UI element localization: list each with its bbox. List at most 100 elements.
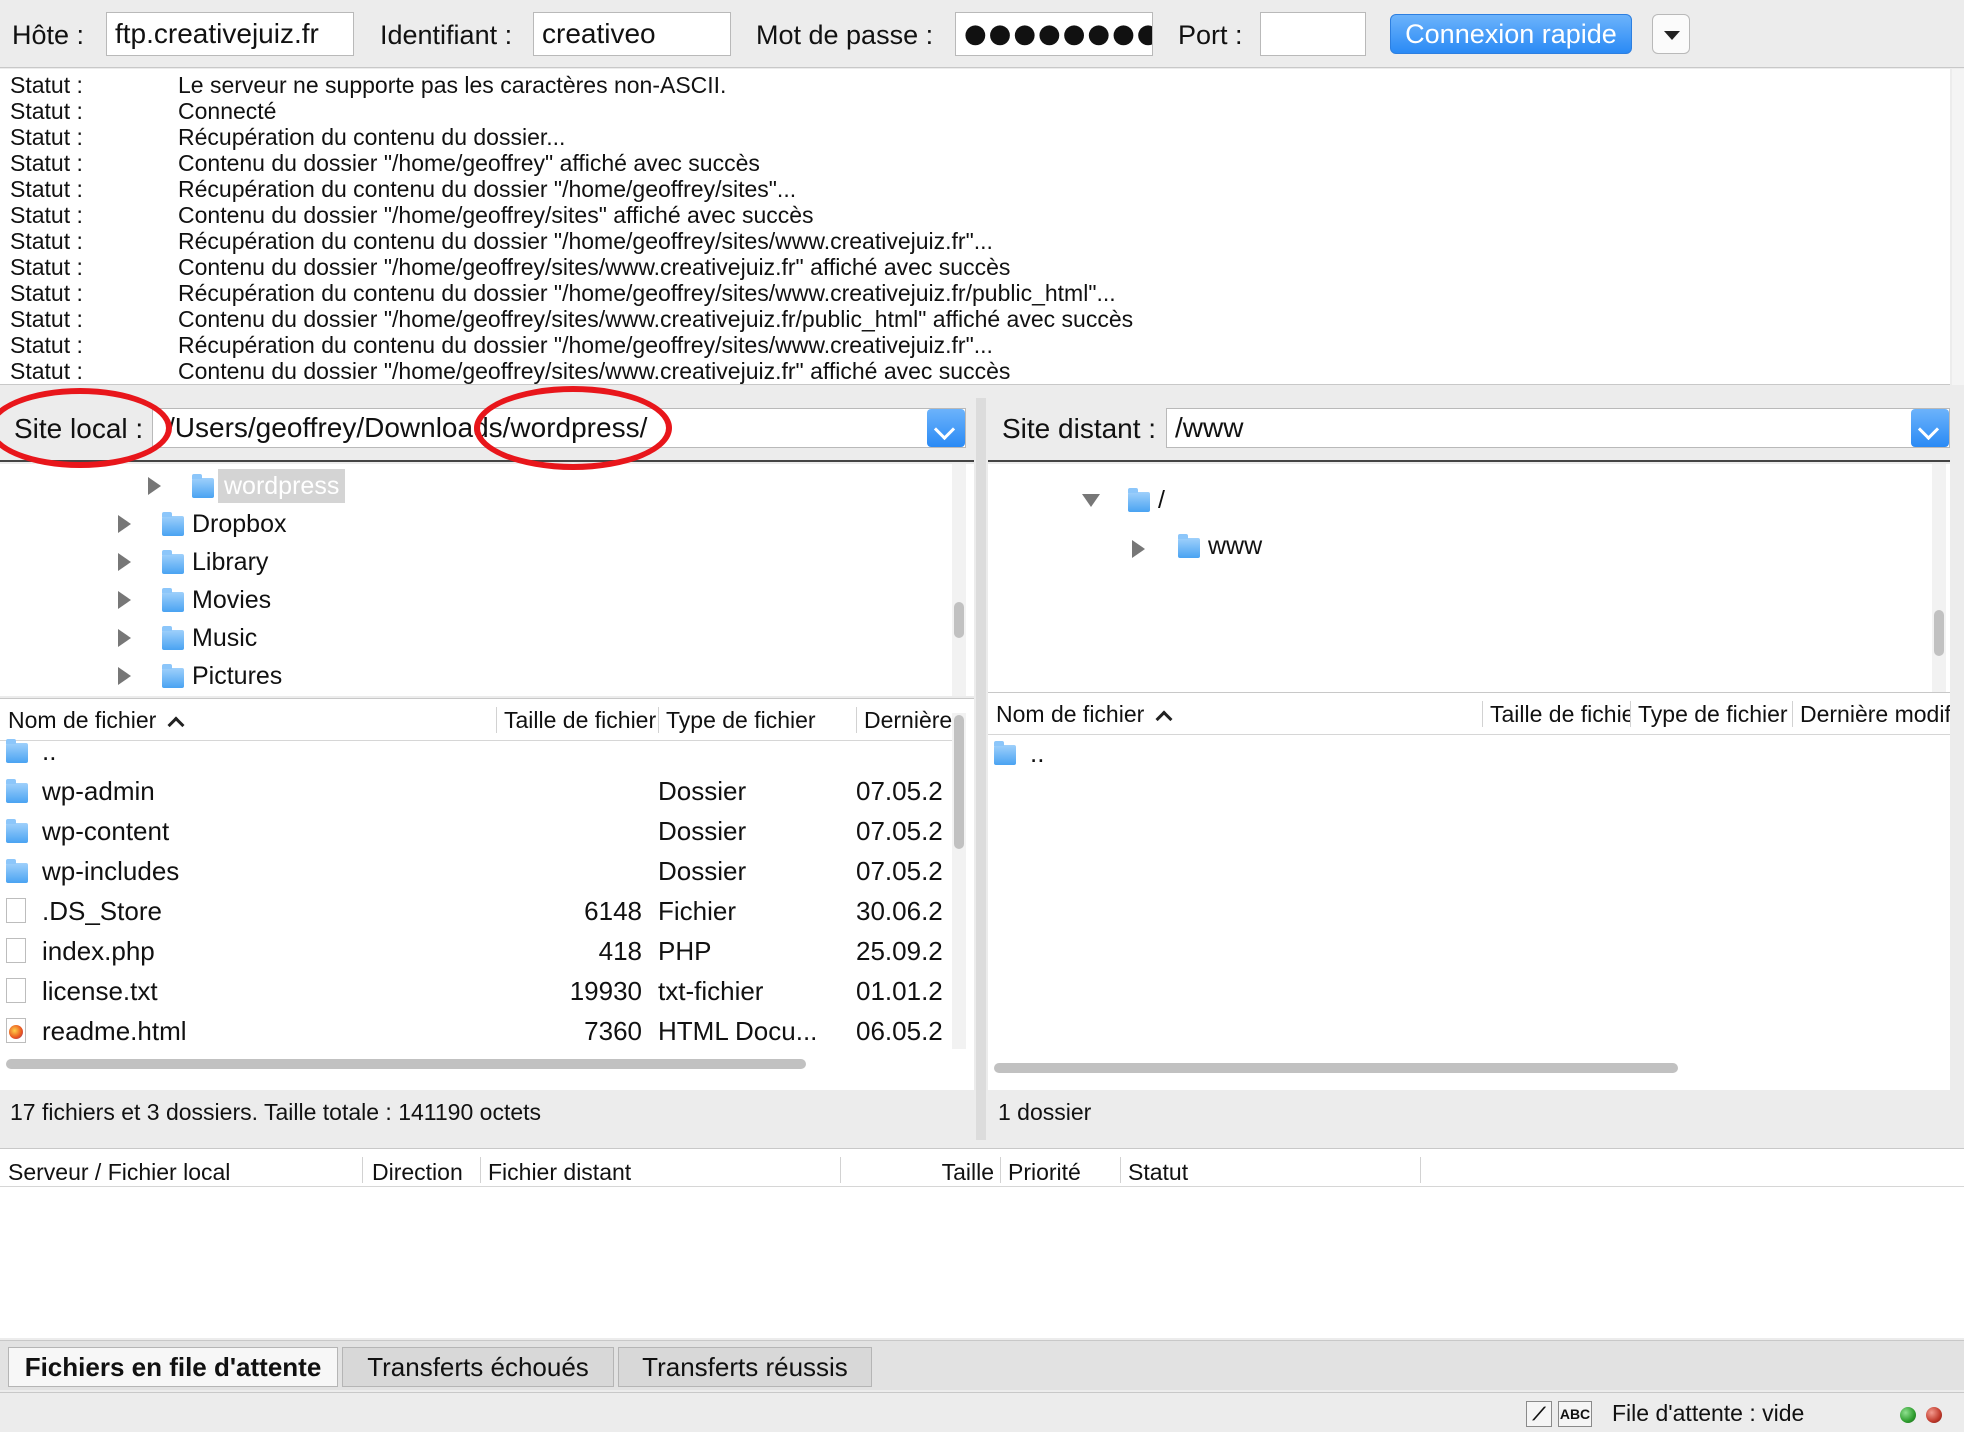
tree-item-library[interactable]: Library	[192, 545, 268, 579]
col-separator[interactable]	[840, 1157, 841, 1183]
pane-divider[interactable]	[976, 398, 986, 1140]
file-row[interactable]: wp-includes Dossier 07.05.2	[0, 851, 952, 891]
remote-list-hscrollbar[interactable]	[988, 1061, 1950, 1075]
col-separator[interactable]	[1420, 1157, 1421, 1183]
local-list-scrollbar[interactable]	[952, 713, 966, 1049]
col-separator[interactable]	[1792, 701, 1793, 727]
local-list-scroll-thumb[interactable]	[954, 715, 964, 849]
col-separator[interactable]	[1482, 701, 1483, 727]
log-entry-message: Contenu du dossier "/home/geoffrey/sites…	[178, 254, 1011, 280]
col-separator[interactable]	[1000, 1157, 1001, 1183]
expand-arrow-icon[interactable]	[118, 591, 131, 609]
file-row[interactable]: license.txt 19930 txt-fichier 01.01.2	[0, 971, 952, 1011]
local-tree-scroll-thumb[interactable]	[954, 602, 964, 638]
local-site-label: Site local :	[14, 413, 144, 444]
transfer-queue[interactable]: Serveur / Fichier local Direction Fichie…	[0, 1148, 1964, 1338]
quick-connect-dropdown-button[interactable]	[1652, 14, 1690, 54]
remote-col-date[interactable]: Dernière modification	[1794, 699, 1950, 729]
col-separator[interactable]	[1120, 1157, 1121, 1183]
remote-path-combo[interactable]: /www	[1166, 408, 1950, 448]
local-tree-scrollbar[interactable]	[952, 464, 966, 696]
tab-queued-files[interactable]: Fichiers en file d'attente	[8, 1347, 338, 1387]
port-input[interactable]	[1260, 12, 1366, 56]
queue-col-direction[interactable]: Direction	[366, 1157, 476, 1187]
tab-successful-transfers[interactable]: Transferts réussis	[618, 1347, 872, 1387]
remote-site-bar: Site distant : /www	[988, 398, 1950, 462]
file-icon	[6, 938, 26, 963]
log-entry-message: Connecté	[178, 98, 277, 124]
file-row[interactable]: index.php 418 PHP 25.09.2	[0, 931, 952, 971]
remote-tree-scroll-thumb[interactable]	[1934, 610, 1944, 656]
tree-item-music[interactable]: Music	[192, 621, 257, 655]
remote-col-type[interactable]: Type de fichier	[1632, 699, 1792, 729]
expand-arrow-icon[interactable]	[118, 667, 131, 685]
folder-icon	[162, 588, 184, 612]
message-log[interactable]: Statut : Le serveur ne supporte pas les c…	[0, 69, 1950, 385]
local-list-hscroll-thumb[interactable]	[6, 1059, 806, 1069]
col-separator[interactable]	[362, 1157, 363, 1183]
remote-file-list[interactable]: Nom de fichier Taille de fichier Type de…	[988, 692, 1950, 1090]
log-entry-message: Contenu du dossier "/home/geoffrey/sites…	[178, 358, 1011, 384]
remote-list-header: Nom de fichier Taille de fichier Type de…	[988, 693, 1950, 735]
local-list-hscrollbar[interactable]	[0, 1057, 952, 1071]
file-row[interactable]: ..	[0, 731, 952, 771]
col-separator[interactable]	[856, 707, 857, 733]
expand-arrow-icon[interactable]	[1132, 540, 1145, 558]
red-led-icon	[1926, 1407, 1942, 1423]
col-label: Nom de fichier	[996, 701, 1145, 727]
log-entry-message: Récupération du contenu du dossier "/hom…	[178, 332, 993, 358]
col-separator[interactable]	[1630, 701, 1631, 727]
queue-col-remote-file[interactable]: Fichier distant	[482, 1157, 836, 1187]
file-row[interactable]: ..	[988, 733, 1950, 773]
queue-col-size[interactable]: Taille	[842, 1157, 996, 1187]
col-separator[interactable]	[480, 1157, 481, 1183]
file-type: Dossier	[658, 856, 747, 886]
remote-col-size[interactable]: Taille de fichier	[1484, 699, 1630, 729]
local-path-combo[interactable]: /Users/geoffrey/Downloads/wordpress/	[152, 408, 966, 448]
remote-tree-scrollbar[interactable]	[1932, 464, 1946, 696]
queue-col-status[interactable]: Statut	[1122, 1157, 1418, 1187]
tree-item-www[interactable]: www	[1208, 529, 1262, 563]
col-separator[interactable]	[658, 707, 659, 733]
chevron-down-icon[interactable]	[927, 409, 965, 447]
file-date: 07.05.2	[856, 776, 943, 806]
local-file-list[interactable]: Nom de fichier Taille de fichier Type de…	[0, 698, 974, 1090]
password-input[interactable]: ●●●●●●●●●●●	[955, 12, 1153, 56]
tree-item-root[interactable]: /	[1158, 483, 1165, 517]
remote-list-hscroll-thumb[interactable]	[994, 1063, 1678, 1073]
transfer-mode-icon[interactable]: ABC	[1558, 1401, 1592, 1427]
host-input[interactable]: ftp.creativejuiz.fr	[106, 12, 354, 56]
filter-icon[interactable]: ⟋	[1526, 1401, 1552, 1427]
col-separator[interactable]	[496, 707, 497, 733]
quick-connect-button[interactable]: Connexion rapide	[1390, 14, 1632, 54]
log-entry-message: Contenu du dossier "/home/geoffrey" affi…	[178, 150, 760, 176]
file-row[interactable]: .DS_Store 6148 Fichier 30.06.2	[0, 891, 952, 931]
file-row[interactable]: wp-content Dossier 07.05.2	[0, 811, 952, 851]
log-entry-type: Statut :	[10, 228, 83, 254]
chevron-down-icon[interactable]	[1911, 409, 1949, 447]
file-date: 07.05.2	[856, 856, 943, 886]
host-label: Hôte :	[12, 20, 85, 50]
expand-arrow-icon[interactable]	[148, 477, 161, 495]
local-directory-tree[interactable]: wordpress Dropbox Library Movies Music Pictur…	[0, 464, 974, 696]
queue-col-priority[interactable]: Priorité	[1002, 1157, 1118, 1187]
tree-item-wordpress[interactable]: wordpress	[218, 469, 346, 503]
expand-arrow-icon[interactable]	[118, 553, 131, 571]
expand-arrow-icon[interactable]	[118, 629, 131, 647]
folder-icon	[6, 739, 28, 763]
expand-arrow-icon[interactable]	[118, 515, 131, 533]
queue-col-server-local-file[interactable]: Serveur / Fichier local	[2, 1157, 358, 1187]
collapse-arrow-icon[interactable]	[1082, 494, 1100, 507]
file-row[interactable]: readme.html 7360 HTML Docu... 06.05.2	[0, 1011, 952, 1051]
queue-status-text: File d'attente : vide	[1612, 1400, 1805, 1426]
user-input[interactable]: creativeo	[533, 12, 731, 56]
file-row[interactable]: wp-admin Dossier 07.05.2	[0, 771, 952, 811]
remote-col-name[interactable]: Nom de fichier	[990, 699, 1478, 729]
tree-item-pictures[interactable]: Pictures	[192, 659, 282, 693]
tree-item-movies[interactable]: Movies	[192, 583, 271, 617]
log-entry-type: Statut :	[10, 306, 83, 332]
tab-failed-transfers[interactable]: Transferts échoués	[342, 1347, 614, 1387]
message-log-scrollbar[interactable]	[1952, 69, 1964, 385]
tree-item-dropbox[interactable]: Dropbox	[192, 507, 287, 541]
remote-directory-tree[interactable]: / www	[988, 464, 1950, 696]
